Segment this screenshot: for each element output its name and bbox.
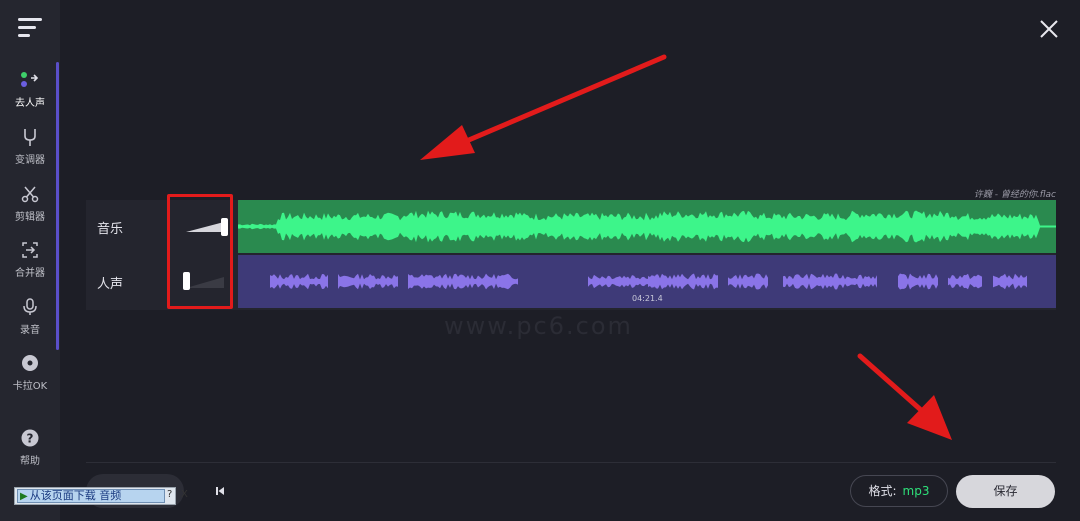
sidebar-item-label: 去人声 <box>15 98 45 109</box>
download-close-icon[interactable]: X <box>181 489 188 500</box>
voice-wave-shape <box>338 273 398 290</box>
format-label: 格式: <box>868 484 897 498</box>
sidebar-item-recorder[interactable]: 录音 <box>0 297 60 336</box>
sidebar: 去人声 变调器 剪辑器 合并器 录音 卡拉OK ? 帮助 <box>0 0 60 521</box>
sidebar-item-label: 卡拉OK <box>12 381 48 392</box>
voice-wave-shape <box>408 273 518 290</box>
microphone-icon <box>23 298 37 315</box>
merge-icon <box>22 242 38 258</box>
hamburger-menu-icon[interactable] <box>18 18 42 38</box>
download-toolbar: ▶ 从该页面下载 音频 ? X <box>14 487 188 505</box>
music-waveform[interactable] <box>238 200 1056 253</box>
tuning-fork-icon <box>24 129 36 146</box>
help-icon: ? <box>21 429 39 447</box>
voice-wave-shape <box>648 273 718 290</box>
format-selector[interactable]: 格式: mp3 <box>850 475 948 507</box>
voice-wave-shape <box>588 274 658 289</box>
sidebar-item-label: 合并器 <box>15 268 45 279</box>
sidebar-item-label: 帮助 <box>20 456 40 467</box>
karaoke-disc-icon <box>22 355 38 371</box>
sidebar-item-pitch-shifter[interactable]: 变调器 <box>0 127 60 166</box>
music-wave-shape <box>238 210 1056 243</box>
voice-wave-shape <box>948 273 982 290</box>
file-name: 许巍 - 曾经的你.flac <box>973 190 1056 200</box>
sidebar-item-karaoke[interactable]: 卡拉OK <box>0 353 60 392</box>
watermark: www.pc6.com <box>444 312 633 340</box>
sidebar-item-label: 剪辑器 <box>15 212 45 223</box>
download-audio-button[interactable]: ▶ 从该页面下载 音频 <box>17 489 165 503</box>
annotation-highlight-box <box>167 194 233 309</box>
voice-wave-shape <box>728 273 768 290</box>
close-icon[interactable] <box>1036 16 1062 42</box>
sidebar-scrollbar[interactable] <box>56 62 59 350</box>
arrow-upper <box>420 54 667 160</box>
voice-track-label: 人声 <box>97 277 124 292</box>
download-help-icon[interactable]: ? <box>167 489 172 500</box>
save-button[interactable]: 保存 <box>956 475 1055 508</box>
arrow-lower <box>857 353 952 440</box>
sidebar-item-label: 变调器 <box>15 155 45 166</box>
vocal-remover-icon <box>21 72 39 87</box>
play-triangle-icon: ▶ <box>20 491 28 502</box>
voice-wave-shape <box>898 273 938 290</box>
sidebar-item-help[interactable]: ? 帮助 <box>0 428 60 467</box>
scissors-icon <box>21 186 39 203</box>
voice-wave-shape <box>783 273 877 290</box>
voice-wave-shape <box>270 273 328 290</box>
format-value: mp3 <box>902 484 930 498</box>
download-label: 从该页面下载 音频 <box>29 489 122 502</box>
sidebar-item-vocal-remover[interactable]: 去人声 <box>0 70 60 109</box>
skip-to-start-icon[interactable] <box>213 484 227 498</box>
playhead-time: 04:21.4 <box>632 294 663 303</box>
sidebar-item-merger[interactable]: 合并器 <box>0 240 60 279</box>
svg-text:?: ? <box>27 432 34 446</box>
sidebar-item-label: 录音 <box>20 325 40 336</box>
footer-divider <box>86 462 1056 463</box>
music-track-label: 音乐 <box>97 222 124 237</box>
sidebar-item-editor[interactable]: 剪辑器 <box>0 184 60 223</box>
voice-wave-shape <box>993 273 1027 290</box>
